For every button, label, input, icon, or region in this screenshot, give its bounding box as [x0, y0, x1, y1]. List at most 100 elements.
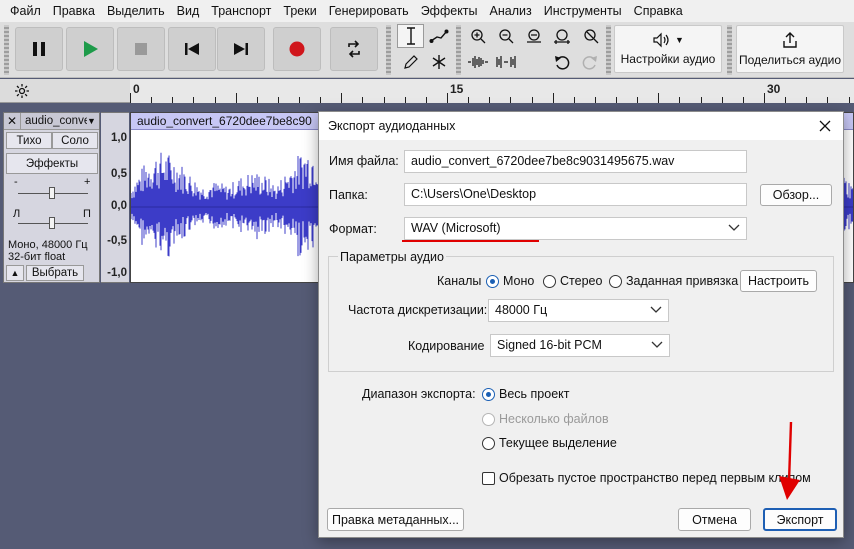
channels-label: Каналы [437, 274, 482, 288]
skip-start-button[interactable] [168, 27, 216, 71]
ruler-tick [637, 97, 638, 103]
dialog-close-button[interactable] [815, 116, 835, 136]
menu-item[interactable]: Анализ [484, 4, 538, 18]
ruler-tick [341, 93, 342, 103]
menu-item[interactable]: Транспорт [205, 4, 277, 18]
toolbar-grip[interactable] [386, 25, 391, 75]
toolbar-grip[interactable] [727, 25, 732, 75]
cancel-button[interactable]: Отмена [678, 508, 751, 531]
channel-custom-radio[interactable] [609, 275, 622, 288]
trim-audio-button[interactable] [464, 50, 491, 74]
zoom-toggle-button[interactable] [576, 24, 603, 48]
menu-item[interactable]: Эффекты [415, 4, 484, 18]
range-whole-radio[interactable] [482, 388, 495, 401]
silence-audio-button[interactable] [492, 50, 519, 74]
ruler-tick [172, 97, 173, 103]
dialog-title: Экспорт аудиоданных [328, 119, 456, 133]
redo-icon [582, 56, 597, 70]
menu-item[interactable]: Генерировать [323, 4, 415, 18]
menu-item[interactable]: Выделить [101, 4, 171, 18]
format-select[interactable]: WAV (Microsoft) [404, 217, 747, 240]
timeline-options-button[interactable] [8, 81, 36, 101]
zoom-out-button[interactable] [492, 24, 519, 48]
menu-item[interactable]: Справка [628, 4, 689, 18]
pause-button[interactable] [15, 27, 63, 71]
range-multiple-label: Несколько файлов [499, 412, 609, 426]
trim-icon [467, 56, 488, 68]
gain-slider-handle[interactable] [49, 187, 55, 199]
envelope-tool[interactable] [425, 24, 452, 48]
ruler-tick [299, 97, 300, 103]
skip-end-icon [234, 43, 248, 55]
menu-item[interactable]: Треки [277, 4, 322, 18]
browse-button[interactable]: Обзор... [760, 184, 832, 206]
track-menu-icon[interactable]: ▼ [87, 116, 99, 126]
toolbar-grip[interactable] [456, 25, 461, 75]
channel-stereo-radio[interactable] [543, 275, 556, 288]
menu-item[interactable]: Инструменты [538, 4, 628, 18]
record-icon [289, 41, 305, 57]
menu-item[interactable]: Вид [171, 4, 206, 18]
encoding-select[interactable]: Signed 16-bit PCM [490, 334, 670, 357]
timeline-ruler[interactable]: 0 15 30 [130, 79, 854, 103]
configure-button[interactable]: Настроить [740, 270, 817, 292]
ruler-tick [384, 97, 385, 103]
filename-input[interactable]: audio_convert_6720dee7be8c9031495675.wav [404, 150, 747, 173]
zoom-in-button[interactable] [464, 24, 491, 48]
range-multiple-radio[interactable] [482, 413, 495, 426]
toolbar-grip[interactable] [4, 25, 9, 75]
scale-label: 0,0 [111, 200, 127, 212]
ruler-tick [806, 97, 807, 103]
record-button[interactable] [273, 27, 321, 71]
loop-button[interactable] [330, 27, 378, 71]
channel-mono-radio[interactable] [486, 275, 499, 288]
redo-button[interactable] [576, 50, 603, 74]
multi-tool[interactable] [425, 50, 452, 74]
toolbar: ▼ Настройки аудио Поделиться аудио [0, 22, 854, 78]
mute-button[interactable]: Тихо [6, 132, 52, 149]
menu-item[interactable]: Правка [47, 4, 101, 18]
fit-selection-button[interactable] [520, 24, 547, 48]
solo-button[interactable]: Соло [52, 132, 98, 149]
select-track-button[interactable]: Выбрать [26, 265, 84, 281]
track-close-button[interactable]: ✕ [4, 113, 21, 129]
collapse-track-button[interactable]: ▲ [6, 265, 24, 281]
track-name[interactable]: audio_conve [21, 115, 87, 127]
trim-silence-checkbox[interactable] [482, 472, 495, 485]
edit-metadata-button[interactable]: Правка метаданных... [327, 508, 464, 531]
selection-tool[interactable] [397, 24, 424, 48]
ruler-tick [447, 93, 448, 103]
toolbar-grip[interactable] [606, 25, 611, 75]
share-audio-button[interactable]: Поделиться аудио [736, 25, 844, 73]
ruler-tick [574, 97, 575, 103]
samplerate-value: 48000 Гц [495, 303, 548, 317]
audio-settings-label: Настройки аудио [620, 52, 716, 66]
pan-slider-handle[interactable] [49, 217, 55, 229]
play-button[interactable] [66, 27, 114, 71]
play-icon [84, 41, 98, 57]
audio-settings-button[interactable]: ▼ Настройки аудио [614, 25, 722, 73]
effects-button[interactable]: Эффекты [6, 153, 98, 174]
i-beam-icon [406, 27, 415, 45]
ruler-tick [722, 97, 723, 103]
ruler-tick [489, 97, 490, 103]
folder-input[interactable]: C:\Users\One\Desktop [404, 183, 747, 206]
samplerate-select[interactable]: 48000 Гц [488, 299, 669, 322]
chevron-down-icon [728, 224, 740, 231]
menu-item[interactable]: Файл [4, 4, 47, 18]
track-control-panel: ✕ audio_conve ▼ Тихо Соло Эффекты - + Л … [3, 112, 100, 283]
skip-end-button[interactable] [217, 27, 265, 71]
share-audio-label: Поделиться аудио [738, 53, 842, 67]
ruler-tick [215, 97, 216, 103]
ruler-tick [257, 97, 258, 103]
export-button[interactable]: Экспорт [763, 508, 837, 531]
ruler-tick [193, 97, 194, 103]
draw-tool[interactable] [397, 50, 424, 74]
stop-button[interactable] [117, 27, 165, 71]
track-format-info: Моно, 48000 Гц [8, 239, 88, 251]
ruler-tick [236, 93, 237, 103]
fit-project-button[interactable] [548, 24, 575, 48]
undo-button[interactable] [548, 50, 575, 74]
ruler-tick [278, 97, 279, 103]
range-selection-radio[interactable] [482, 437, 495, 450]
